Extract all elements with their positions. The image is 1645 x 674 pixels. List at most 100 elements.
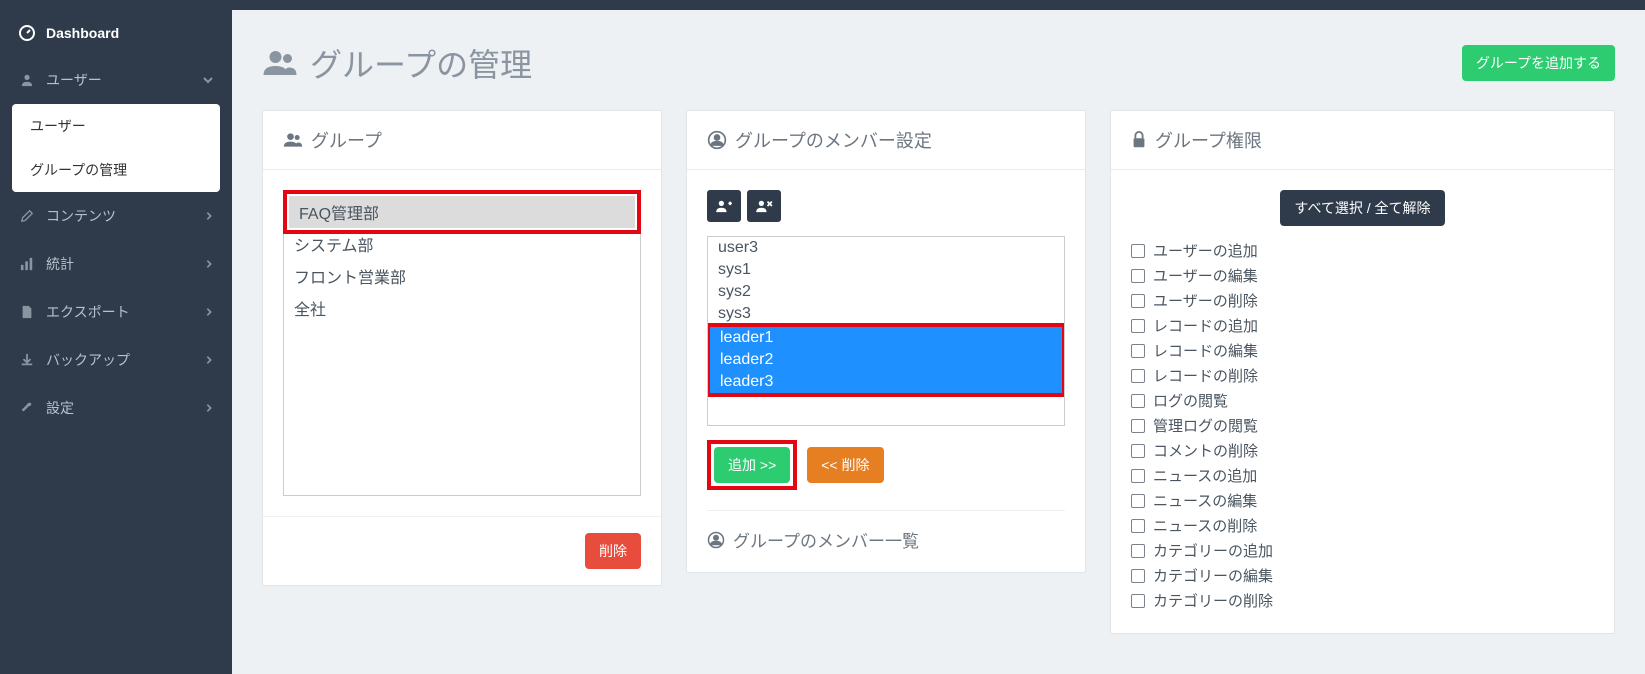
checkbox[interactable]	[1131, 494, 1145, 508]
sidebar-item-settings[interactable]: 設定	[0, 384, 232, 432]
checkbox[interactable]	[1131, 344, 1145, 358]
submenu-item-users[interactable]: ユーザー	[12, 104, 220, 148]
sidebar-submenu-users: ユーザー グループの管理	[12, 104, 220, 192]
card-title: グループ権限	[1155, 127, 1262, 153]
edit-icon	[18, 207, 36, 225]
member-option[interactable]: sys2	[708, 281, 1064, 303]
groups-card: グループ FAQ管理部 システム部 フロント営業部 全社 削除	[262, 110, 662, 586]
sidebar-item-dashboard[interactable]: Dashboard	[0, 10, 232, 56]
lock-icon	[1131, 131, 1147, 149]
top-bar	[0, 0, 1645, 10]
permission-item[interactable]: ユーザーの編集	[1131, 263, 1594, 288]
member-list-title: グループのメンバー一覧	[707, 510, 1065, 552]
sidebar-label: コンテンツ	[46, 206, 116, 226]
checkbox[interactable]	[1131, 294, 1145, 308]
delete-group-button[interactable]: 削除	[585, 533, 641, 569]
user-icon	[18, 71, 36, 89]
sidebar-item-export[interactable]: エクスポート	[0, 288, 232, 336]
permission-item[interactable]: ニュースの編集	[1131, 488, 1594, 513]
sidebar-item-users[interactable]: ユーザー	[0, 56, 232, 104]
card-title: グループ	[311, 127, 382, 153]
card-header: グループ	[263, 111, 661, 170]
checkbox[interactable]	[1131, 244, 1145, 258]
checkbox[interactable]	[1131, 594, 1145, 608]
chevron-right-icon	[204, 403, 214, 413]
member-option[interactable]: leader1	[710, 327, 1062, 349]
permission-item[interactable]: カテゴリーの削除	[1131, 588, 1594, 613]
user-circle-icon	[707, 130, 727, 150]
available-members-select[interactable]: user3 sys1 sys2 sys3 leader1 leader2 lea…	[707, 236, 1065, 426]
permission-item[interactable]: カテゴリーの追加	[1131, 538, 1594, 563]
permission-item[interactable]: 管理ログの閲覧	[1131, 413, 1594, 438]
remove-member-button[interactable]: << 削除	[807, 447, 883, 483]
users-group-icon	[283, 130, 303, 150]
group-option[interactable]: FAQ管理部	[289, 196, 635, 228]
sidebar: Dashboard ユーザー ユーザー グループの管理 コンテンツ	[0, 10, 232, 674]
permissions-card: グループ権限 すべて選択 / 全て解除 ユーザーの追加 ユーザーの編集 ユーザー…	[1110, 110, 1615, 634]
chevron-down-icon	[202, 74, 214, 86]
permission-item[interactable]: ログの閲覧	[1131, 388, 1594, 413]
member-option[interactable]: leader2	[710, 349, 1062, 371]
sidebar-label: エクスポート	[46, 302, 130, 322]
page-title-text: グループの管理	[310, 40, 532, 86]
checkbox[interactable]	[1131, 394, 1145, 408]
card-header: グループ権限	[1111, 111, 1614, 170]
permission-item[interactable]: ユーザーの追加	[1131, 238, 1594, 263]
checkbox[interactable]	[1131, 319, 1145, 333]
group-select[interactable]: システム部 フロント営業部 全社	[283, 228, 641, 496]
card-header: グループのメンバー設定	[687, 111, 1085, 170]
select-all-button[interactable]: すべて選択 / 全て解除	[1280, 190, 1444, 226]
user-remove-button[interactable]	[747, 190, 781, 222]
checkbox[interactable]	[1131, 519, 1145, 533]
highlight-box: FAQ管理部	[283, 190, 641, 234]
sidebar-item-contents[interactable]: コンテンツ	[0, 192, 232, 240]
add-member-button[interactable]: 追加 >>	[714, 447, 790, 483]
submenu-item-group-mgmt[interactable]: グループの管理	[12, 148, 220, 192]
checkbox[interactable]	[1131, 469, 1145, 483]
chevron-right-icon	[204, 355, 214, 365]
download-icon	[18, 351, 36, 369]
sidebar-label: 設定	[46, 398, 74, 418]
file-icon	[18, 303, 36, 321]
checkbox[interactable]	[1131, 544, 1145, 558]
group-option[interactable]: 全社	[284, 292, 640, 324]
group-option[interactable]: フロント営業部	[284, 260, 640, 292]
checkbox[interactable]	[1131, 269, 1145, 283]
permission-item[interactable]: カテゴリーの編集	[1131, 563, 1594, 588]
main-content: グループの管理 グループを追加する グループ FAQ管理部 システ	[232, 10, 1645, 674]
member-option[interactable]: leader3	[710, 371, 1062, 393]
add-group-button[interactable]: グループを追加する	[1462, 45, 1615, 81]
sidebar-label: ユーザー	[46, 70, 102, 90]
member-option[interactable]: sys1	[708, 259, 1064, 281]
permission-item[interactable]: ニュースの削除	[1131, 513, 1594, 538]
member-option[interactable]: user3	[708, 237, 1064, 259]
sidebar-item-stats[interactable]: 統計	[0, 240, 232, 288]
stats-icon	[18, 255, 36, 273]
chevron-right-icon	[204, 211, 214, 221]
sidebar-label: バックアップ	[46, 350, 130, 370]
user-add-button[interactable]	[707, 190, 741, 222]
permission-item[interactable]: ニュースの追加	[1131, 463, 1594, 488]
users-group-icon	[262, 45, 298, 81]
permission-item[interactable]: ユーザーの削除	[1131, 288, 1594, 313]
chevron-right-icon	[204, 259, 214, 269]
permission-item[interactable]: レコードの追加	[1131, 313, 1594, 338]
chevron-right-icon	[204, 307, 214, 317]
member-option[interactable]: sys3	[708, 303, 1064, 325]
sidebar-item-backup[interactable]: バックアップ	[0, 336, 232, 384]
checkbox[interactable]	[1131, 444, 1145, 458]
highlight-box: leader1 leader2 leader3	[707, 323, 1065, 397]
checkbox[interactable]	[1131, 569, 1145, 583]
permission-item[interactable]: レコードの削除	[1131, 363, 1594, 388]
wrench-icon	[18, 399, 36, 417]
permission-list: ユーザーの追加 ユーザーの編集 ユーザーの削除 レコードの追加 レコードの編集 …	[1131, 238, 1594, 613]
user-circle-icon	[707, 531, 725, 549]
checkbox[interactable]	[1131, 419, 1145, 433]
dashboard-icon	[18, 24, 36, 42]
checkbox[interactable]	[1131, 369, 1145, 383]
highlight-box: 追加 >>	[707, 440, 797, 490]
page-title: グループの管理	[262, 40, 532, 86]
permission-item[interactable]: コメントの削除	[1131, 438, 1594, 463]
permission-item[interactable]: レコードの編集	[1131, 338, 1594, 363]
sidebar-label: Dashboard	[46, 25, 119, 41]
